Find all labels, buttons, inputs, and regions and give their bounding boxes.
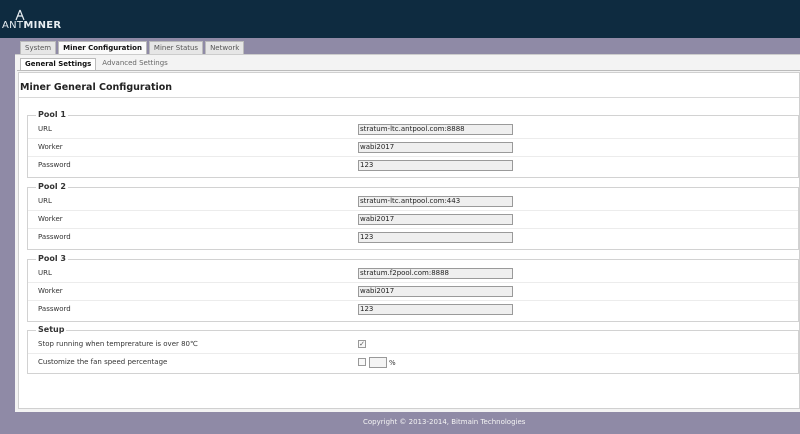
pool-3-password-input[interactable]: 123 bbox=[358, 304, 513, 315]
header-bar: ANTMINER bbox=[0, 0, 800, 38]
footer-copyright: Copyright © 2013-2014, Bitmain Technolog… bbox=[363, 418, 526, 426]
pool-1-password-label: Password bbox=[38, 161, 71, 169]
tab-miner-configuration[interactable]: Miner Configuration bbox=[58, 41, 147, 55]
pool-1-password-input[interactable]: 123 bbox=[358, 160, 513, 171]
fan-speed-input[interactable] bbox=[369, 357, 387, 368]
tab-advanced-settings[interactable]: Advanced Settings bbox=[98, 58, 172, 70]
title-divider bbox=[19, 97, 799, 98]
stop-temperature-checkbox[interactable]: ✓ bbox=[358, 340, 366, 348]
brand-prefix: ANT bbox=[2, 20, 24, 31]
pool-2-password-row: Password 123 bbox=[28, 229, 798, 247]
pool-2-url-label: URL bbox=[38, 197, 52, 205]
check-mark-icon: ✓ bbox=[359, 340, 365, 348]
pool-1-password-row: Password 123 bbox=[28, 157, 798, 175]
pool-1-legend: Pool 1 bbox=[36, 110, 68, 119]
page-title: Miner General Configuration bbox=[20, 82, 173, 93]
pool-3-url-label: URL bbox=[38, 269, 52, 277]
tab-system[interactable]: System bbox=[20, 41, 57, 54]
pool-3-group: Pool 3 URL stratum.f2pool.com:8888 Worke… bbox=[27, 254, 799, 322]
fan-speed-row: Customize the fan speed percentage % bbox=[28, 354, 798, 372]
pool-2-url-input[interactable]: stratum-ltc.antpool.com:443 bbox=[358, 196, 513, 207]
stop-temperature-row: Stop running when temprerature is over 8… bbox=[28, 336, 798, 354]
pool-1-url-row: URL stratum-ltc.antpool.com:8888 bbox=[28, 121, 798, 139]
brand-suffix: MINER bbox=[23, 20, 62, 31]
stop-temperature-label: Stop running when temprerature is over 8… bbox=[38, 340, 198, 348]
pool-3-worker-row: Worker wabi2017 bbox=[28, 283, 798, 301]
pool-3-worker-label: Worker bbox=[38, 287, 63, 295]
setup-legend: Setup bbox=[36, 325, 67, 334]
tab-general-settings[interactable]: General Settings bbox=[20, 58, 97, 70]
pool-2-password-label: Password bbox=[38, 233, 71, 241]
pool-2-url-row: URL stratum-ltc.antpool.com:443 bbox=[28, 193, 798, 211]
pool-1-group: Pool 1 URL stratum-ltc.antpool.com:8888 … bbox=[27, 110, 799, 178]
pool-2-group: Pool 2 URL stratum-ltc.antpool.com:443 W… bbox=[27, 182, 799, 250]
pool-2-worker-row: Worker wabi2017 bbox=[28, 211, 798, 229]
config-panel: General Settings Advanced Settings Miner… bbox=[15, 54, 800, 412]
fan-speed-label: Customize the fan speed percentage bbox=[38, 358, 168, 366]
tab-network[interactable]: Network bbox=[205, 41, 245, 54]
brand-logo: ANTMINER bbox=[2, 20, 61, 31]
pool-2-worker-label: Worker bbox=[38, 215, 63, 223]
pool-1-worker-input[interactable]: wabi2017 bbox=[358, 142, 513, 153]
tab-miner-status[interactable]: Miner Status bbox=[148, 41, 204, 54]
settings-content: Miner General Configuration Pool 1 URL s… bbox=[18, 72, 800, 409]
pool-1-worker-row: Worker wabi2017 bbox=[28, 139, 798, 157]
pool-3-worker-input[interactable]: wabi2017 bbox=[358, 286, 513, 297]
pool-3-password-label: Password bbox=[38, 305, 71, 313]
pool-2-worker-input[interactable]: wabi2017 bbox=[358, 214, 513, 225]
fan-speed-unit: % bbox=[389, 359, 396, 367]
pool-1-url-label: URL bbox=[38, 125, 52, 133]
pool-2-password-input[interactable]: 123 bbox=[358, 232, 513, 243]
main-tabs: System Miner Configuration Miner Status … bbox=[20, 41, 246, 55]
setup-group: Setup Stop running when temprerature is … bbox=[27, 325, 799, 374]
pool-1-worker-label: Worker bbox=[38, 143, 63, 151]
fan-speed-checkbox[interactable] bbox=[358, 358, 366, 366]
pool-2-legend: Pool 2 bbox=[36, 182, 68, 191]
pool-3-password-row: Password 123 bbox=[28, 301, 798, 319]
pool-3-legend: Pool 3 bbox=[36, 254, 68, 263]
pool-1-url-input[interactable]: stratum-ltc.antpool.com:8888 bbox=[358, 124, 513, 135]
sub-tabs: General Settings Advanced Settings bbox=[20, 58, 174, 70]
pool-3-url-row: URL stratum.f2pool.com:8888 bbox=[28, 265, 798, 283]
subtab-divider bbox=[17, 70, 800, 71]
pool-3-url-input[interactable]: stratum.f2pool.com:8888 bbox=[358, 268, 513, 279]
